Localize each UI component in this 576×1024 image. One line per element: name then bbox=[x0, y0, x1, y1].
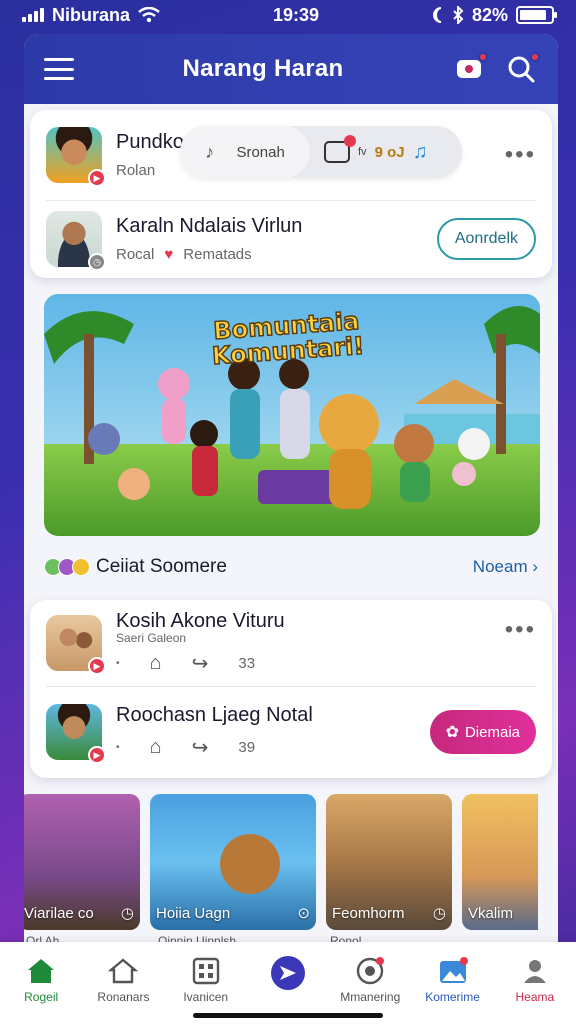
avatar: ▶ bbox=[46, 704, 106, 764]
app-frame: Narang Haran ▶ Pundko Kalog Virdhy. Rola… bbox=[24, 34, 558, 1024]
list-item[interactable]: ▶ Kosih Akone Vituru Saeri Galeon • ⌂ ↪ … bbox=[30, 600, 552, 686]
thumbnail-card[interactable]: Hoiia Uagn ⊙ bbox=[150, 794, 316, 930]
share-count: 33 bbox=[238, 655, 256, 672]
section-title: Ceiiat Soomere bbox=[96, 556, 227, 577]
more-options-icon[interactable]: ••• bbox=[505, 141, 536, 169]
target-icon bbox=[355, 956, 385, 986]
list-item[interactable]: ▶ Roochasn Ljaeg Notal • ⌂ ↪ 39 ✿ Diemai… bbox=[30, 687, 552, 777]
home-icon[interactable]: ⌂ bbox=[150, 652, 162, 675]
item-subtitle: Saeri Galeon bbox=[116, 631, 187, 645]
bottom-tab-bar: Rogeil Ronanars Ivanicen Mmanering Komer… bbox=[0, 942, 576, 1024]
play-icon: ▶ bbox=[88, 746, 106, 764]
clock-icon: ◷ bbox=[88, 253, 106, 271]
avatar: ▶ bbox=[46, 615, 106, 675]
action-button[interactable]: Aonrdelk bbox=[436, 218, 536, 260]
feed-card: ▶ Kosih Akone Vituru Saeri Galeon • ⌂ ↪ … bbox=[30, 600, 552, 778]
play-icon: ⊙ bbox=[297, 905, 310, 922]
status-bar: Niburana 19:39 82% bbox=[0, 0, 576, 30]
tab-send[interactable] bbox=[250, 956, 326, 990]
tab-heama[interactable]: Heama bbox=[497, 956, 573, 1004]
tab-home[interactable]: Rogeil bbox=[3, 956, 79, 1004]
sparkle-icon: ✿ bbox=[445, 724, 459, 741]
item-subtitle: Rocal bbox=[116, 246, 155, 263]
tab-ivanicen[interactable]: Ivanicen bbox=[168, 956, 244, 1004]
share-icon[interactable]: ↪ bbox=[192, 651, 209, 676]
thumbnail-card[interactable]: Viarilae co ◷ bbox=[24, 794, 140, 930]
item-title: Roochasn Ljaeg Notal bbox=[116, 704, 313, 726]
reaction-pill[interactable]: ♪ Sronah fv 9 oJ ♫ bbox=[180, 126, 462, 178]
reaction-emoji-icon bbox=[44, 558, 90, 576]
clock: 19:39 bbox=[272, 4, 320, 25]
dnd-icon bbox=[432, 7, 442, 23]
carrier-name: Niburana bbox=[52, 4, 131, 25]
battery-percent: 82% bbox=[471, 4, 508, 25]
pill-badge: fv bbox=[358, 146, 367, 158]
see-more-link[interactable]: Noeam › bbox=[473, 557, 538, 577]
thumbnail-strip: Viarilae co ◷ Hoiia Uagn ⊙ Feomhorm ◷ Vkali… bbox=[24, 794, 538, 948]
hamburger-icon[interactable] bbox=[44, 58, 74, 80]
hero-banner[interactable]: Bomuntaia Komuntari! bbox=[44, 294, 540, 536]
tab-ronanars[interactable]: Ronanars bbox=[85, 956, 161, 1004]
item-title: Kosih Akone Vituru bbox=[116, 610, 285, 632]
play-icon: ◷ bbox=[120, 905, 134, 922]
bluetooth-icon bbox=[453, 6, 464, 24]
section-header: Ceiiat Soomere Noeam › bbox=[44, 552, 538, 582]
heart-icon: ♥ bbox=[164, 246, 174, 263]
signal-icon bbox=[22, 8, 44, 22]
home-icon[interactable]: ⌂ bbox=[150, 736, 162, 759]
share-count: 39 bbox=[238, 739, 256, 756]
wifi-icon bbox=[138, 7, 160, 23]
home-indicator[interactable] bbox=[193, 1013, 383, 1018]
notification-icon[interactable] bbox=[452, 52, 488, 86]
more-options-icon[interactable]: ••• bbox=[505, 616, 536, 644]
item-title: Karaln Ndalais Virlun bbox=[116, 215, 303, 237]
profile-icon bbox=[520, 956, 550, 986]
action-button[interactable]: ✿ Diemaia bbox=[429, 710, 536, 754]
avatar: ◷ bbox=[46, 211, 106, 271]
list-item[interactable]: ◷ Karaln Ndalais Virlun Rocal ♥ Rematads… bbox=[30, 201, 552, 277]
grid-icon bbox=[191, 956, 221, 986]
list-item[interactable]: ▶ Pundko Kalog Virdhy. Rolan ••• ♪ Srona… bbox=[30, 110, 552, 200]
guitar-icon: ♪ bbox=[205, 141, 215, 162]
music-note-icon: ♫ bbox=[412, 140, 428, 163]
image-icon bbox=[438, 956, 468, 986]
play-icon: ▶ bbox=[88, 169, 106, 187]
search-icon[interactable] bbox=[504, 52, 540, 86]
tab-mmanering[interactable]: Mmanering bbox=[332, 956, 408, 1004]
battery-icon bbox=[516, 6, 557, 24]
page-title: Narang Haran bbox=[182, 55, 344, 82]
app-header: Narang Haran bbox=[24, 34, 558, 104]
item-meta: Rematads bbox=[183, 246, 252, 263]
hero-title: Bomuntaia Komuntari! bbox=[211, 306, 367, 371]
pill-label-left: Sronah bbox=[236, 143, 285, 161]
thumbnail-card[interactable]: Feomhorm ◷ bbox=[326, 794, 452, 930]
avatar: ▶ bbox=[46, 127, 106, 187]
feed-card: ▶ Pundko Kalog Virdhy. Rolan ••• ♪ Srona… bbox=[30, 110, 552, 278]
tab-komerime[interactable]: Komerime bbox=[415, 956, 491, 1004]
house-outline-icon bbox=[108, 956, 139, 986]
item-subtitle: Rolan bbox=[116, 162, 156, 179]
thumbnail-card[interactable]: Vkalim bbox=[462, 794, 538, 930]
home-icon bbox=[26, 956, 56, 986]
pill-label: 9 oJ bbox=[374, 143, 405, 161]
play-icon: ◷ bbox=[432, 905, 446, 922]
send-icon bbox=[270, 956, 305, 990]
share-icon[interactable]: ↪ bbox=[192, 735, 209, 760]
play-icon: ▶ bbox=[88, 657, 106, 675]
video-icon bbox=[324, 135, 356, 163]
